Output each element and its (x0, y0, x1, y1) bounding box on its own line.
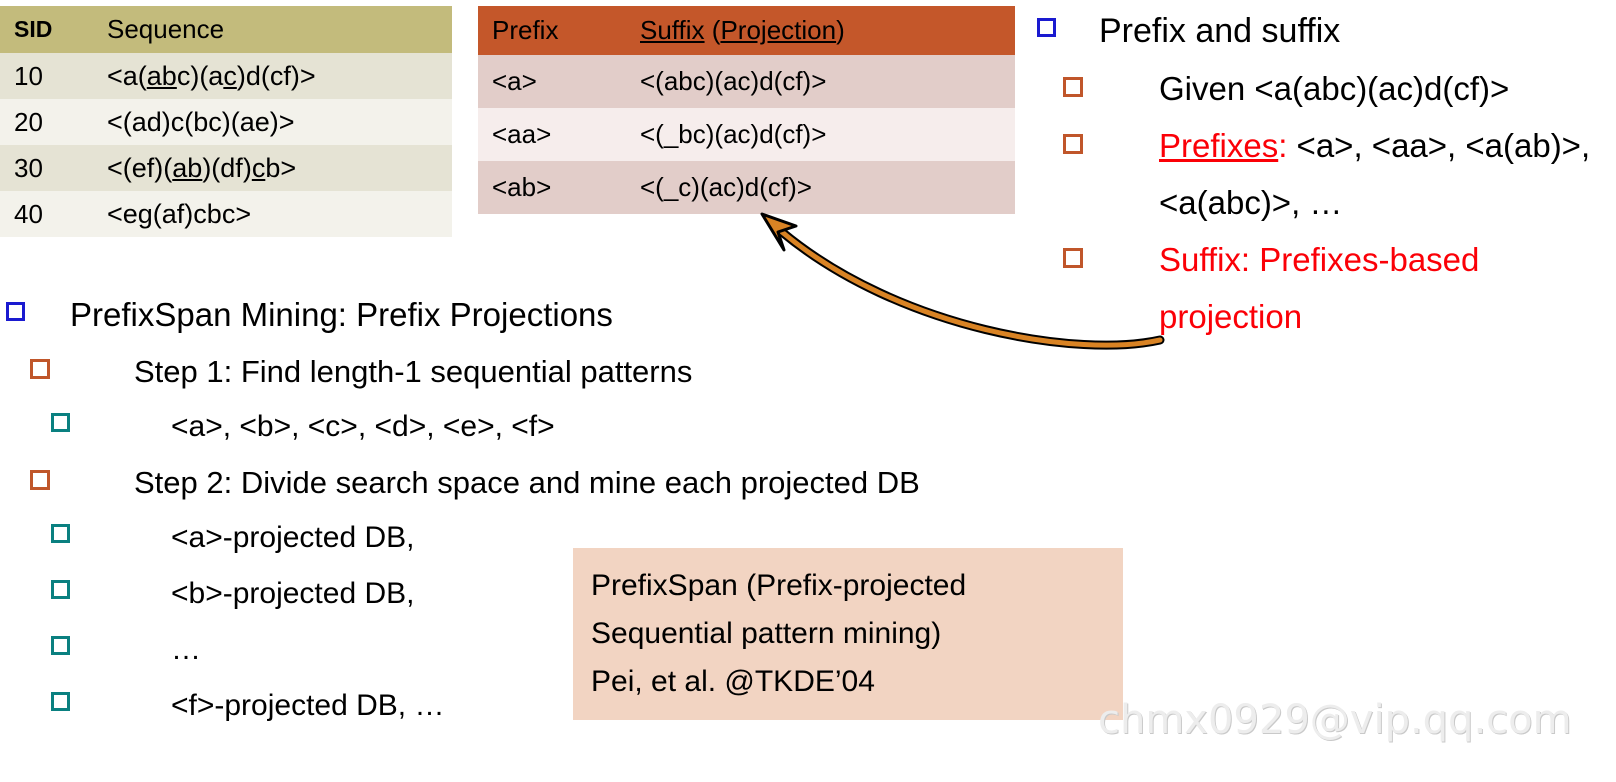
projection-label-underlined: Projection (720, 15, 837, 45)
square-bullet-icon (30, 470, 50, 490)
table-row: 30 <(ef)(ab)(df)cb> (0, 145, 452, 191)
cell-sid: 10 (0, 53, 93, 99)
table-row: <aa> <(_bc)(ac)d(cf)> (478, 108, 1015, 161)
cell-suffix: <(_bc)(ac)d(cf)> (626, 108, 1015, 161)
citation-line-3: Pei, et al. @TKDE’04 (591, 665, 875, 698)
step2-label: Step 2: Divide search space and mine eac… (134, 465, 920, 500)
cell-sid: 20 (0, 99, 93, 145)
seq-part: <a( (107, 60, 147, 91)
column-header-suffix: Suffix (Projection) (626, 6, 1015, 55)
table-header-row: Prefix Suffix (Projection) (478, 6, 1015, 55)
prefixes-line: Prefixes: <a>, <aa>, <a(ab)>, <a(abc)>, … (1159, 117, 1616, 231)
cell-prefix: <aa> (478, 108, 626, 161)
citation-line-2: Sequential pattern mining) (591, 617, 942, 650)
slide-canvas: SID Sequence 10 <a(abc)(ac)d(cf)> 20 <(a… (0, 0, 1616, 782)
right-item-suffix: Suffix: Prefixes-based projection (1017, 231, 1616, 345)
cell-sid: 30 (0, 145, 93, 191)
right-item-given: Given <a(abc)(ac)d(cf)> (1017, 60, 1616, 117)
right-item-heading: Prefix and suffix (1017, 2, 1616, 60)
bullet-cell (0, 399, 171, 432)
seq-part: c)(a (176, 60, 224, 91)
square-bullet-icon (6, 302, 25, 321)
table-header-row: SID Sequence (0, 6, 452, 53)
seq-underlined-part: c (223, 60, 237, 91)
bullet-cell (1017, 2, 1099, 37)
prefixes-label: Prefixes (1159, 127, 1279, 164)
square-bullet-icon (51, 580, 70, 599)
citation-line-1: PrefixSpan (Prefix-projected (591, 569, 967, 602)
square-bullet-icon (1063, 77, 1083, 97)
seq-part: <(ef)( (107, 152, 173, 183)
seq-underlined-part: ab (146, 60, 177, 91)
outline-item-step1-patterns: <a>, <b>, <c>, <d>, <e>, <f> (0, 399, 1000, 455)
suffix-paren-close: ) (836, 15, 845, 45)
bullet-cell (0, 288, 70, 321)
table-row: <a> <(abc)(ac)d(cf)> (478, 55, 1015, 108)
watermark-email: chmx0929@vip.qq.com (1098, 697, 1572, 743)
outline-title: PrefixSpan Mining: Prefix Projections (70, 296, 613, 333)
outline-item-step2: Step 2: Divide search space and mine eac… (0, 455, 1000, 510)
bullet-cell (1017, 60, 1159, 97)
prefix-suffix-heading: Prefix and suffix (1099, 12, 1341, 50)
square-bullet-icon (30, 359, 50, 379)
citation-box: PrefixSpan (Prefix-projected Sequential … (573, 548, 1123, 720)
table-row: 40 <eg(af)cbc> (0, 191, 452, 237)
outline-item-step1: Step 1: Find length-1 sequential pattern… (0, 344, 1000, 399)
square-bullet-icon (1063, 134, 1083, 154)
suffix-line: Suffix: Prefixes-based projection (1159, 241, 1480, 335)
square-bullet-icon (51, 636, 70, 655)
outline-item-level1: PrefixSpan Mining: Prefix Projections (0, 288, 1000, 342)
seq-underlined-part: c (251, 152, 266, 183)
square-bullet-icon (51, 692, 70, 711)
seq-part: b> (265, 152, 297, 183)
column-header-sid: SID (0, 6, 93, 53)
table-row: 10 <a(abc)(ac)d(cf)> (0, 53, 452, 99)
step1-patterns: <a>, <b>, <c>, <d>, <e>, <f> (171, 410, 555, 443)
bullet-cell (0, 455, 134, 490)
column-header-sequence: Sequence (93, 6, 452, 53)
right-item-prefixes: Prefixes: <a>, <aa>, <a(ab)>, <a(abc)>, … (1017, 117, 1616, 231)
square-bullet-icon (51, 413, 70, 432)
cell-prefix: <ab> (478, 161, 626, 214)
bullet-cell (0, 678, 171, 711)
bullet-cell (1017, 117, 1159, 154)
seq-part: )(df) (202, 152, 252, 183)
column-header-prefix: Prefix (478, 6, 626, 55)
cell-suffix: <(abc)(ac)d(cf)> (626, 55, 1015, 108)
square-bullet-icon (1063, 248, 1083, 268)
suffix-label-underlined: Suffix (640, 15, 705, 45)
outline-right: Prefix and suffix Given <a(abc)(ac)d(cf)… (1017, 2, 1616, 345)
cell-prefix: <a> (478, 55, 626, 108)
cell-sequence: <(ef)(ab)(df)cb> (93, 145, 452, 191)
seq-underlined-part: ab (172, 152, 203, 183)
table-row: 20 <(ad)c(bc)(ae)> (0, 99, 452, 145)
cell-sequence: <(ad)c(bc)(ae)> (93, 99, 452, 145)
suffix-paren-open: ( (704, 15, 721, 45)
seq-part: )d(cf)> (236, 60, 316, 91)
bullet-cell (0, 344, 134, 379)
sequence-database-table: SID Sequence 10 <a(abc)(ac)d(cf)> 20 <(a… (0, 6, 452, 237)
prefixes-colon: : (1278, 127, 1288, 164)
step1-label: Step 1: Find length-1 sequential pattern… (134, 354, 693, 389)
cell-sid: 40 (0, 191, 93, 237)
bullet-cell (1017, 231, 1159, 268)
square-bullet-icon (51, 524, 70, 543)
cell-sequence: <a(abc)(ac)d(cf)> (93, 53, 452, 99)
cell-sequence: <eg(af)cbc> (93, 191, 452, 237)
given-sequence: Given <a(abc)(ac)d(cf)> (1159, 70, 1510, 107)
bullet-cell (0, 510, 171, 543)
bullet-cell (0, 622, 171, 655)
square-bullet-icon (1037, 18, 1056, 37)
bullet-cell (0, 566, 171, 599)
